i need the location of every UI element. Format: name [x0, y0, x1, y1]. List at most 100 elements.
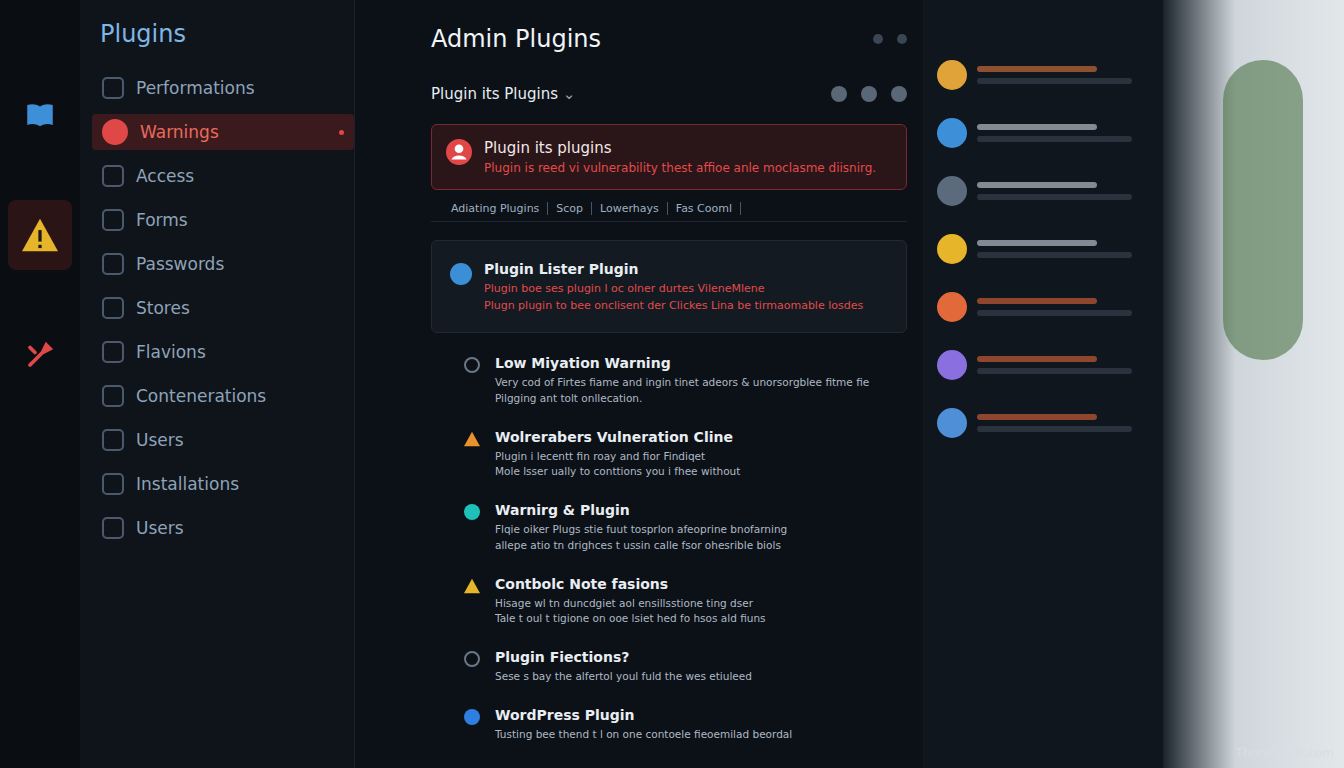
background-room: [1163, 0, 1344, 768]
search-icon[interactable]: [873, 34, 883, 44]
plugin-dropdown[interactable]: Plugin its Plugins ⌄: [431, 85, 575, 103]
sidebar-item[interactable]: Warnings: [92, 114, 354, 150]
activity-item[interactable]: [937, 350, 1149, 380]
sidebar-item[interactable]: Stores: [92, 290, 354, 326]
item-icon: [102, 341, 124, 363]
filter-icon[interactable]: [831, 86, 847, 102]
timeline-item[interactable]: Wolrerabers Vulneration ClinePlugin i le…: [431, 425, 907, 485]
timeline-content: Plugin Fiections?Sese s bay the alfertol…: [495, 649, 752, 685]
item-icon: [102, 517, 124, 539]
user-icon: [450, 263, 472, 285]
header-actions: [873, 34, 907, 44]
sidebar-item[interactable]: Forms: [92, 202, 354, 238]
avatar-icon: [937, 350, 967, 380]
toolbar: Plugin its Plugins ⌄: [431, 74, 907, 114]
status-marker: [461, 649, 483, 685]
activity-item[interactable]: [937, 234, 1149, 264]
timeline-text: Tusting bee thend t l on one contoele fi…: [495, 727, 792, 743]
item-icon: [102, 253, 124, 275]
text-bar: [977, 136, 1132, 142]
activity-item[interactable]: [937, 60, 1149, 90]
filter-link[interactable]: Lowerhays: [600, 202, 668, 215]
timeline-title: Low Miyation Warning: [495, 355, 869, 371]
alert-banner: Plugin its pluginsPlugin is reed vi vuln…: [431, 124, 907, 190]
sidebar-item[interactable]: Performations: [92, 70, 354, 106]
activity-item[interactable]: [937, 408, 1149, 438]
item-icon: [102, 297, 124, 319]
more-icon[interactable]: [891, 86, 907, 102]
timeline-item[interactable]: Plugin Lister PluginPlugin boe ses plugi…: [431, 240, 907, 333]
alert-message: Plugin is reed vi vulnerability thest af…: [484, 161, 876, 175]
icon-rail: [0, 0, 80, 768]
item-icon: [102, 385, 124, 407]
avatar-icon: [937, 408, 967, 438]
activity-lines: [977, 124, 1149, 142]
filter-link[interactable]: Scop: [556, 202, 592, 215]
timeline-item[interactable]: WordPress Plugin Tusting bee thend t l on…: [431, 703, 907, 747]
item-icon: [102, 77, 124, 99]
timeline-title: Wolrerabers Vulneration Cline: [495, 429, 740, 445]
timeline-content: Plugin Lister PluginPlugin boe ses plugi…: [484, 261, 863, 314]
sidebar-label: Flavions: [136, 342, 344, 362]
timeline-title: WordPress Plugin: [495, 707, 792, 723]
avatar-icon: [937, 60, 967, 90]
avatar-icon: [937, 292, 967, 322]
activity-lines: [977, 356, 1149, 374]
sort-icon[interactable]: [861, 86, 877, 102]
status-marker: [450, 261, 472, 314]
activity-item[interactable]: [937, 118, 1149, 148]
alert-content: Plugin its pluginsPlugin is reed vi vuln…: [484, 139, 876, 175]
plant: [1223, 60, 1303, 360]
sidebar-title: Plugins: [100, 20, 354, 48]
sidebar: Plugins Performations Warnings Access Forms P…: [80, 0, 355, 768]
sidebar-item[interactable]: Users: [92, 422, 354, 458]
filter-link[interactable]: Fas Cooml: [676, 202, 741, 215]
sidebar-label: Forms: [136, 210, 344, 230]
timeline-title: Plugin Fiections?: [495, 649, 752, 665]
timeline-text: Pilgging ant tolt onllecation.: [495, 391, 869, 407]
text-bar: [977, 78, 1132, 84]
sidebar-label: Users: [136, 430, 344, 450]
rail-button[interactable]: [8, 200, 72, 270]
sidebar-label: Access: [136, 166, 344, 186]
sidebar-item[interactable]: Contenerations: [92, 378, 354, 414]
activity-lines: [977, 240, 1149, 258]
timeline-content: WordPress Plugin Tusting bee thend t l on…: [495, 707, 792, 743]
book-icon: [23, 98, 57, 132]
settings-icon[interactable]: [897, 34, 907, 44]
text-bar: [977, 368, 1132, 374]
sidebar-label: Performations: [136, 78, 344, 98]
ring-icon: [464, 651, 480, 667]
timeline-item[interactable]: Low Miyation Warning Very cod of Firtes f…: [431, 351, 907, 411]
item-icon: [102, 429, 124, 451]
main-panel: Admin Plugins Plugin its Plugins ⌄ Plugin …: [355, 0, 923, 768]
item-icon: [102, 473, 124, 495]
title-bar: [977, 414, 1097, 420]
activity-item[interactable]: [937, 176, 1149, 206]
timeline-text: Plugn plugin to bee onclisent der Clicke…: [484, 298, 863, 315]
sidebar-label: Warnings: [140, 122, 327, 142]
sidebar-item[interactable]: Access: [92, 158, 354, 194]
status-marker: [461, 429, 483, 481]
filter-link[interactable]: Adiating Plugins: [451, 202, 548, 215]
timeline-item[interactable]: Contbolc Note fasionsHisage wl tn duncdg…: [431, 572, 907, 632]
timeline-item[interactable]: Warnirg & PluginFlqie oiker Plugs stie f…: [431, 498, 907, 558]
title-bar: [977, 240, 1097, 246]
sidebar-label: Installations: [136, 474, 344, 494]
rail-button[interactable]: [8, 320, 72, 390]
sidebar-item[interactable]: Installations: [92, 466, 354, 502]
rail-button[interactable]: [8, 80, 72, 150]
watermark: ThreatVectr.com: [1236, 746, 1334, 760]
timeline-content: Wolrerabers Vulneration ClinePlugin i le…: [495, 429, 740, 481]
timeline-text: Very cod of Firtes fiame and ingin tinet…: [495, 375, 869, 391]
timeline-item[interactable]: Plugin Fiections?Sese s bay the alfertol…: [431, 645, 907, 689]
sidebar-label: Passwords: [136, 254, 344, 274]
sidebar-item[interactable]: Flavions: [92, 334, 354, 370]
activity-item[interactable]: [937, 292, 1149, 322]
timeline: Plugin Lister PluginPlugin boe ses plugi…: [431, 232, 907, 747]
sidebar-item[interactable]: Users: [92, 510, 354, 546]
title-bar: [977, 66, 1097, 72]
sidebar-item[interactable]: Passwords: [92, 246, 354, 282]
title-bar: [977, 124, 1097, 130]
page-title: Admin Plugins: [431, 25, 601, 53]
